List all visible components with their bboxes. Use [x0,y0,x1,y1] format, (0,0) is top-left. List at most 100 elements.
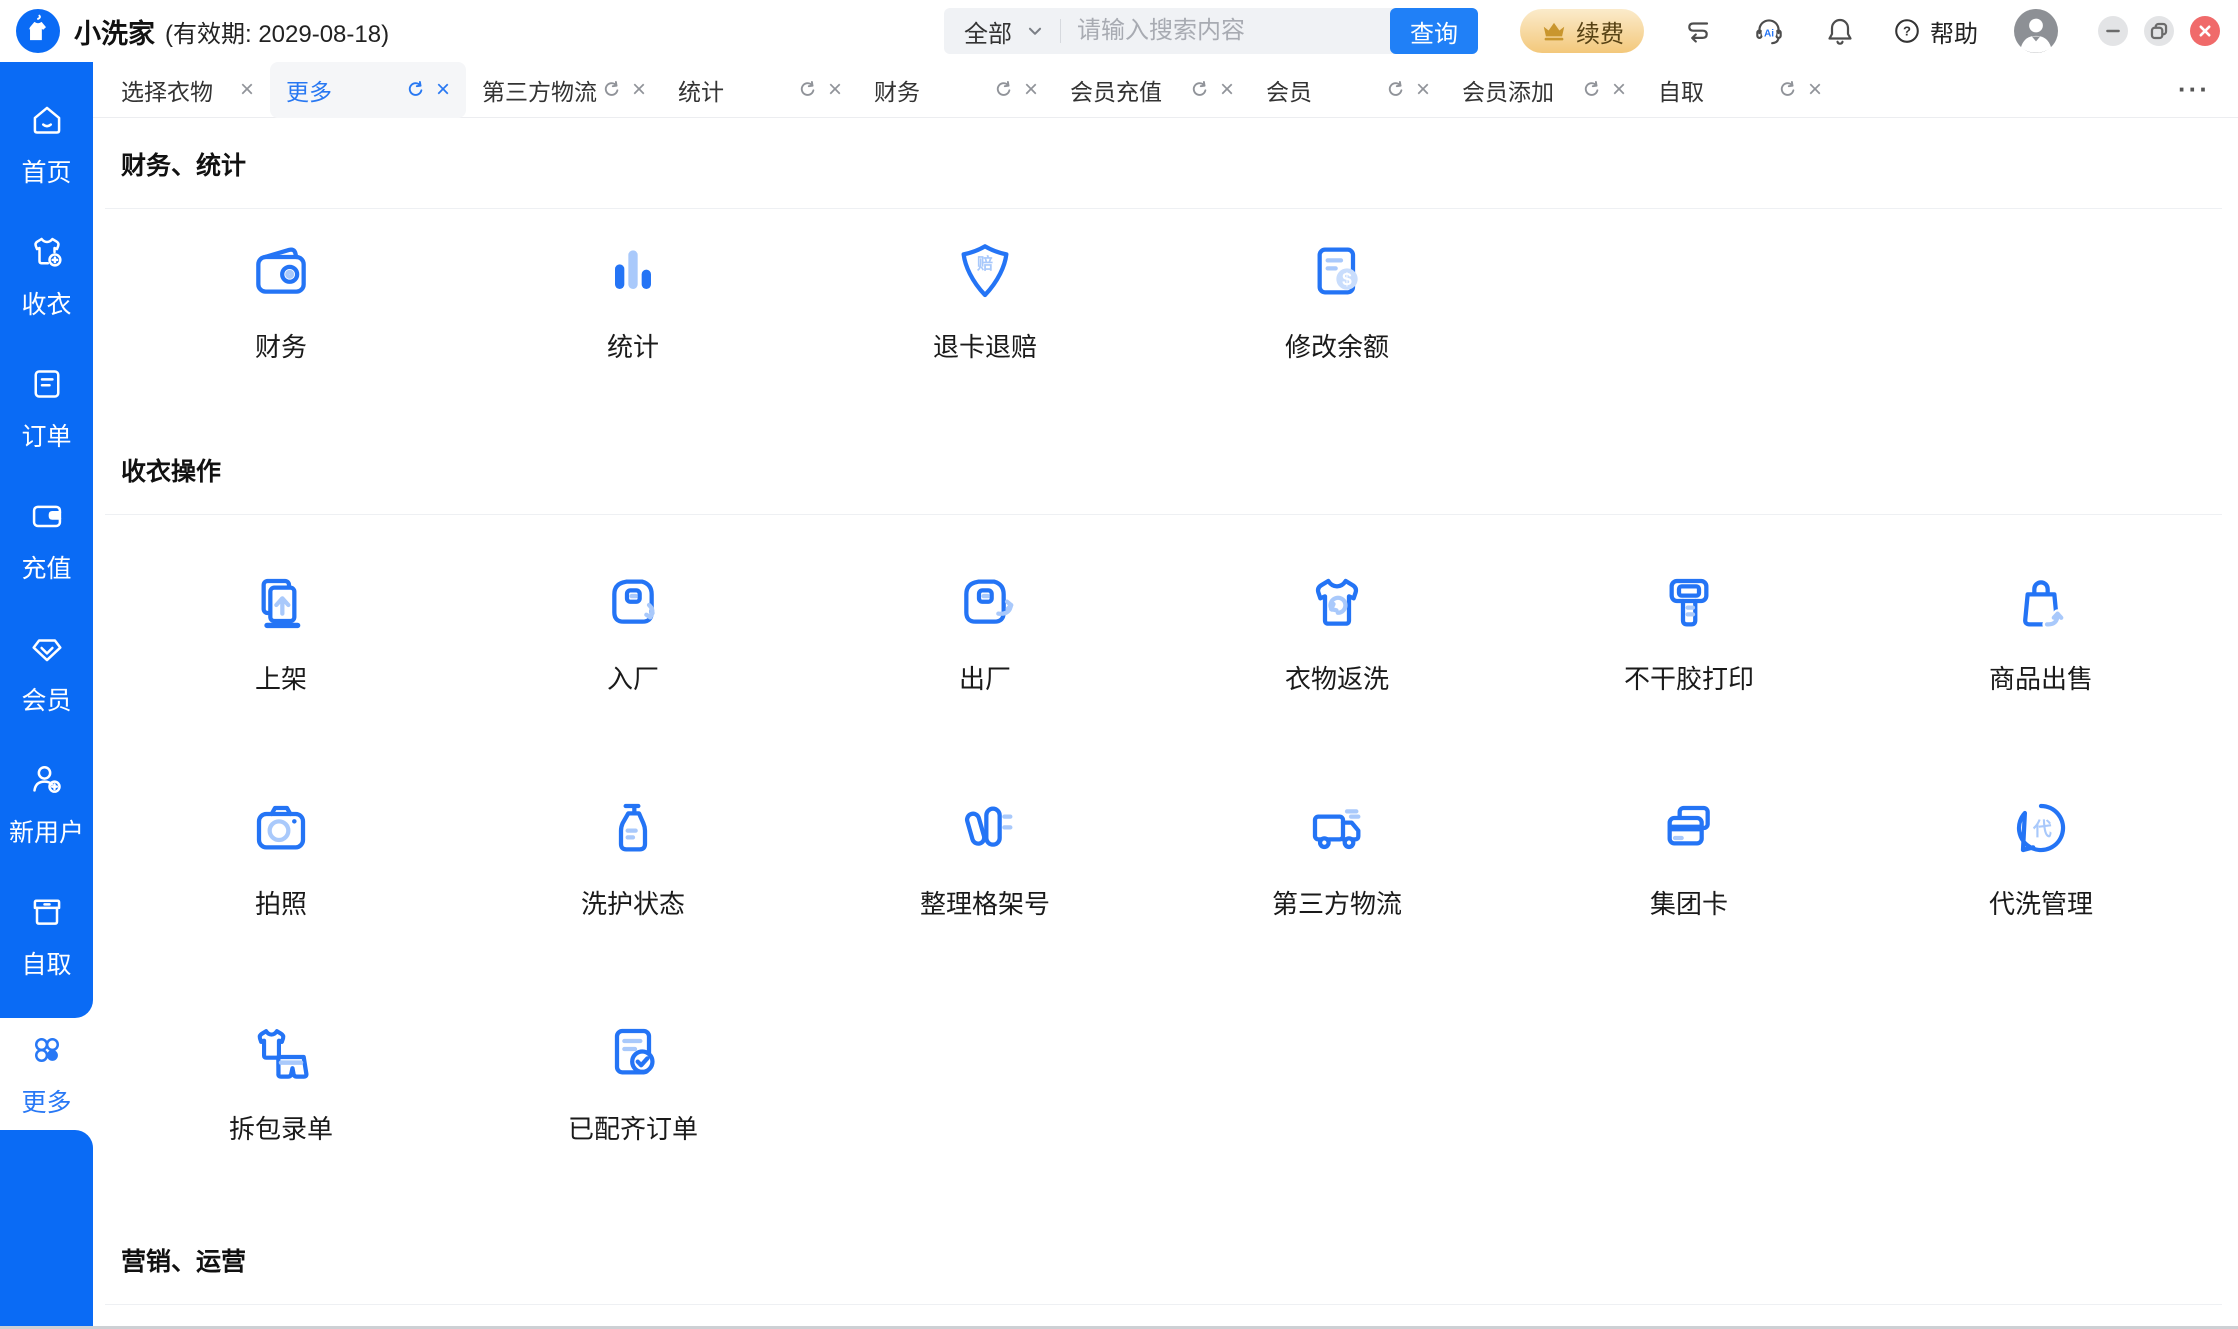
tab-会员添加[interactable]: 会员添加× [1446,62,1642,118]
tab-bar: 选择衣物×更多×第三方物流×统计×财务×会员充值×会员×会员添加×自取×··· [93,62,2238,118]
tab-会员充值[interactable]: 会员充值 × [1054,62,1250,118]
feature-label: 财务 [255,327,307,364]
tab-icons: × [993,78,1038,102]
license-validity: (有效期: 2029-08-18) [165,14,389,49]
tab-统计[interactable]: 统计 × [662,62,858,118]
tab-close-icon[interactable]: × [1220,78,1234,102]
feature-代洗管理[interactable]: 代代洗管理 [1865,796,2217,921]
search-submit-button[interactable]: 查询 [1390,8,1478,54]
feature-修改余额[interactable]: $修改余额 [1161,239,1513,364]
feature-衣物返洗[interactable]: 衣物返洗 [1161,571,1513,696]
tab-refresh-icon[interactable] [405,79,426,100]
feature-集团卡[interactable]: 集团卡 [1513,796,1865,921]
minimize-button[interactable] [2098,16,2128,46]
renew-button[interactable]: 续费 [1520,9,1644,53]
feature-拍照[interactable]: 拍照 [105,796,457,921]
sidebar-item-label: 会员 [21,681,71,717]
avatar[interactable] [2014,9,2058,53]
tab-label: 自取 [1658,73,1704,107]
feature-已配齐订单[interactable]: 已配齐订单 [457,1021,809,1146]
sidebar-item-收衣[interactable]: 收衣 [0,210,93,342]
tab-label: 会员充值 [1070,73,1162,107]
feature-label: 拍照 [255,884,307,921]
tab-overflow-button[interactable]: ··· [2178,74,2210,105]
rewash-shirt-icon [1305,571,1369,635]
bell-icon[interactable] [1824,15,1856,47]
tab-close-icon[interactable]: × [1808,78,1822,102]
chevron-down-icon [1026,22,1044,40]
ai-service-icon[interactable]: Ai [1752,14,1786,48]
sidebar-item-充值[interactable]: 充值 [0,474,93,606]
feature-label: 代洗管理 [1989,884,2093,921]
feature-拆包录单[interactable]: 拆包录单 [105,1021,457,1146]
restore-button[interactable] [2144,16,2174,46]
tab-refresh-icon[interactable] [1777,79,1798,100]
tab-close-icon[interactable]: × [240,78,254,102]
feature-入厂[interactable]: 入厂 [457,571,809,696]
feature-统计[interactable]: 统计 [457,239,809,364]
feature-不干胶打印[interactable]: 不干胶打印 [1513,571,1865,696]
search-scope-select[interactable]: 全部 [944,14,1060,49]
sidebar-item-label: 新用户 [9,813,84,849]
feature-label: 集团卡 [1650,884,1728,921]
feature-洗护状态[interactable]: 洗护状态 [457,796,809,921]
tab-会员[interactable]: 会员 × [1250,62,1446,118]
tab-refresh-icon[interactable] [601,79,622,100]
tab-label: 更多 [286,73,332,107]
tab-icons: × [1581,78,1626,102]
sidebar-item-订单[interactable]: 订单 [0,342,93,474]
feature-退卡退赔[interactable]: 赔退卡退赔 [809,239,1161,364]
tab-自取[interactable]: 自取 × [1642,62,1838,118]
tab-close-icon[interactable]: × [632,78,646,102]
titlebar: 小洗家 (有效期: 2029-08-18) 全部 查询 续费 Ai [0,0,2238,62]
tab-close-icon[interactable]: × [1024,78,1038,102]
search-input[interactable] [1061,17,1390,45]
feature-整理格架号[interactable]: 整理格架号 [809,796,1161,921]
help-label: 帮助 [1930,14,1978,49]
tab-label: 统计 [678,73,724,107]
feature-出厂[interactable]: 出厂 [809,571,1161,696]
feature-第三方物流[interactable]: 第三方物流 [1161,796,1513,921]
feature-财务[interactable]: 财务 [105,239,457,364]
feature-label: 退卡退赔 [933,327,1037,364]
flow-icon[interactable] [1682,15,1714,47]
sidebar-bottom-filler [0,1130,93,1329]
tab-refresh-icon[interactable] [1385,79,1406,100]
tab-close-icon[interactable]: × [828,78,842,102]
feature-label: 衣物返洗 [1285,659,1389,696]
sidebar-item-label: 更多 [21,1083,71,1119]
tab-label: 选择衣物 [121,73,213,107]
tab-close-icon[interactable]: × [1612,78,1626,102]
feature-label: 商品出售 [1989,659,2093,696]
tab-icons: × [797,78,842,102]
tab-refresh-icon[interactable] [797,79,818,100]
barchart-icon [601,239,665,303]
sidebar-item-更多[interactable]: 更多 [0,1018,93,1130]
tab-更多[interactable]: 更多 × [270,62,466,118]
tab-refresh-icon[interactable] [993,79,1014,100]
sticker-print-icon [1657,571,1721,635]
app-title: 小洗家 [74,12,155,51]
tab-财务[interactable]: 财务× [858,62,1054,118]
tab-close-icon[interactable]: × [436,78,450,102]
sidebar-item-会员[interactable]: 会员 [0,606,93,738]
tab-refresh-icon[interactable] [1189,79,1210,100]
svg-text:Ai: Ai [1764,28,1774,39]
feature-label: 上架 [255,659,307,696]
help-button[interactable]: ? 帮助 [1892,14,1978,49]
feature-商品出售[interactable]: 商品出售 [1865,571,2217,696]
sidebar-item-自取[interactable]: 自取 [0,870,93,1002]
close-button[interactable] [2190,16,2220,46]
tab-label: 会员 [1266,73,1312,107]
feature-上架[interactable]: 上架 [105,571,457,696]
sidebar-item-首页[interactable]: 首页 [0,78,93,210]
sidebar-item-新用户[interactable]: 新用户 [0,738,93,870]
feature-label: 不干胶打印 [1624,659,1754,696]
tab-icons: × [405,78,450,102]
sidebar-item-label: 自取 [21,945,71,981]
tab-close-icon[interactable]: × [1416,78,1430,102]
renew-label: 续费 [1576,14,1624,49]
tab-第三方物流[interactable]: 第三方物流× [466,62,662,118]
tab-refresh-icon[interactable] [1581,79,1602,100]
tab-选择衣物[interactable]: 选择衣物 × [105,62,270,118]
